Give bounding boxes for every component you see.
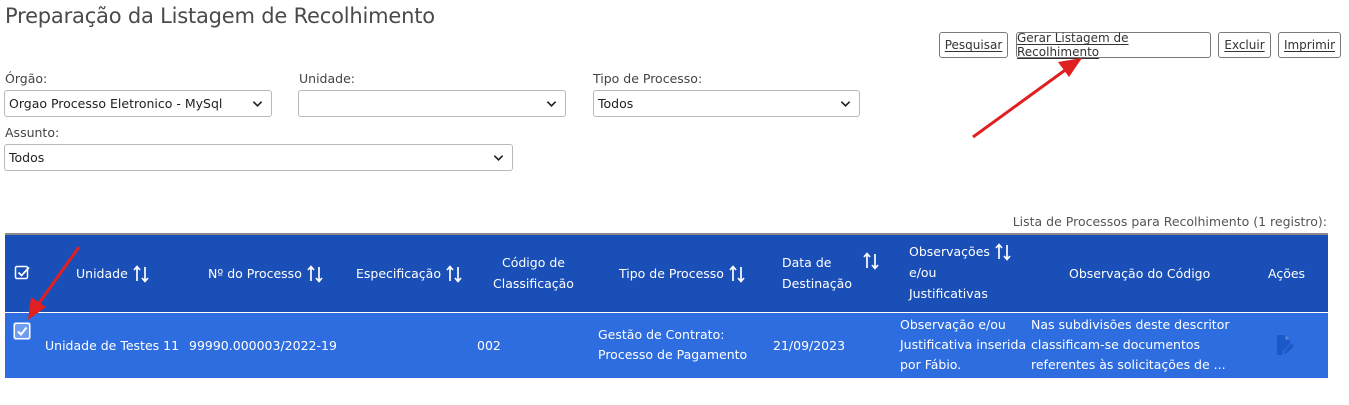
annotation-overlay <box>28 58 1082 320</box>
annotation-arrow <box>28 246 81 320</box>
annotation-arrow <box>972 58 1082 139</box>
